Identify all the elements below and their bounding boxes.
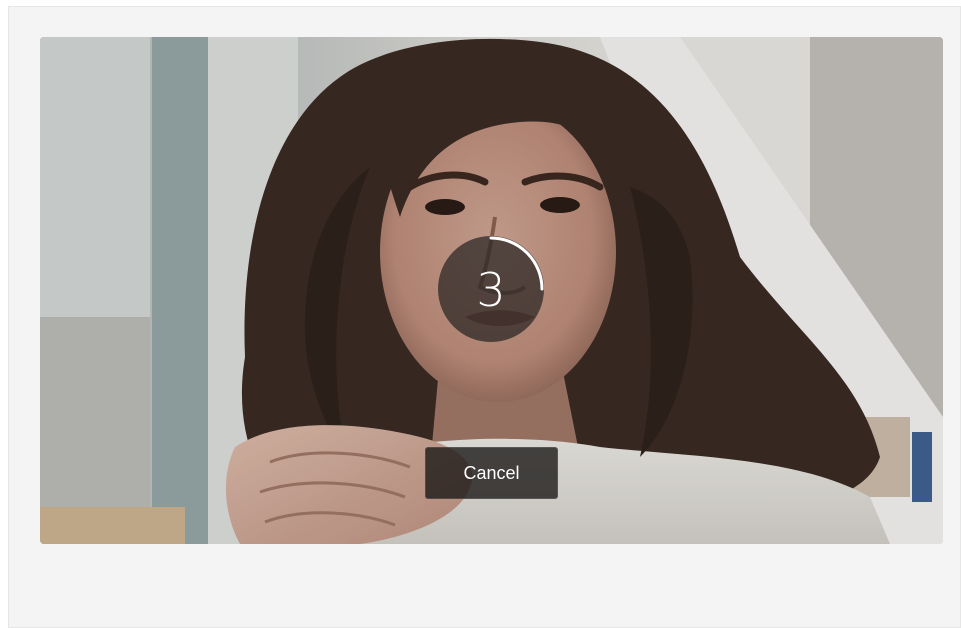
cancel-button[interactable]: Cancel — [425, 447, 558, 499]
countdown-timer: 3 — [438, 236, 544, 342]
countdown-number: 3 — [476, 263, 506, 317]
webcam-capture-dialog: 3 Cancel — [8, 6, 961, 628]
camera-preview: 3 Cancel — [40, 37, 943, 544]
